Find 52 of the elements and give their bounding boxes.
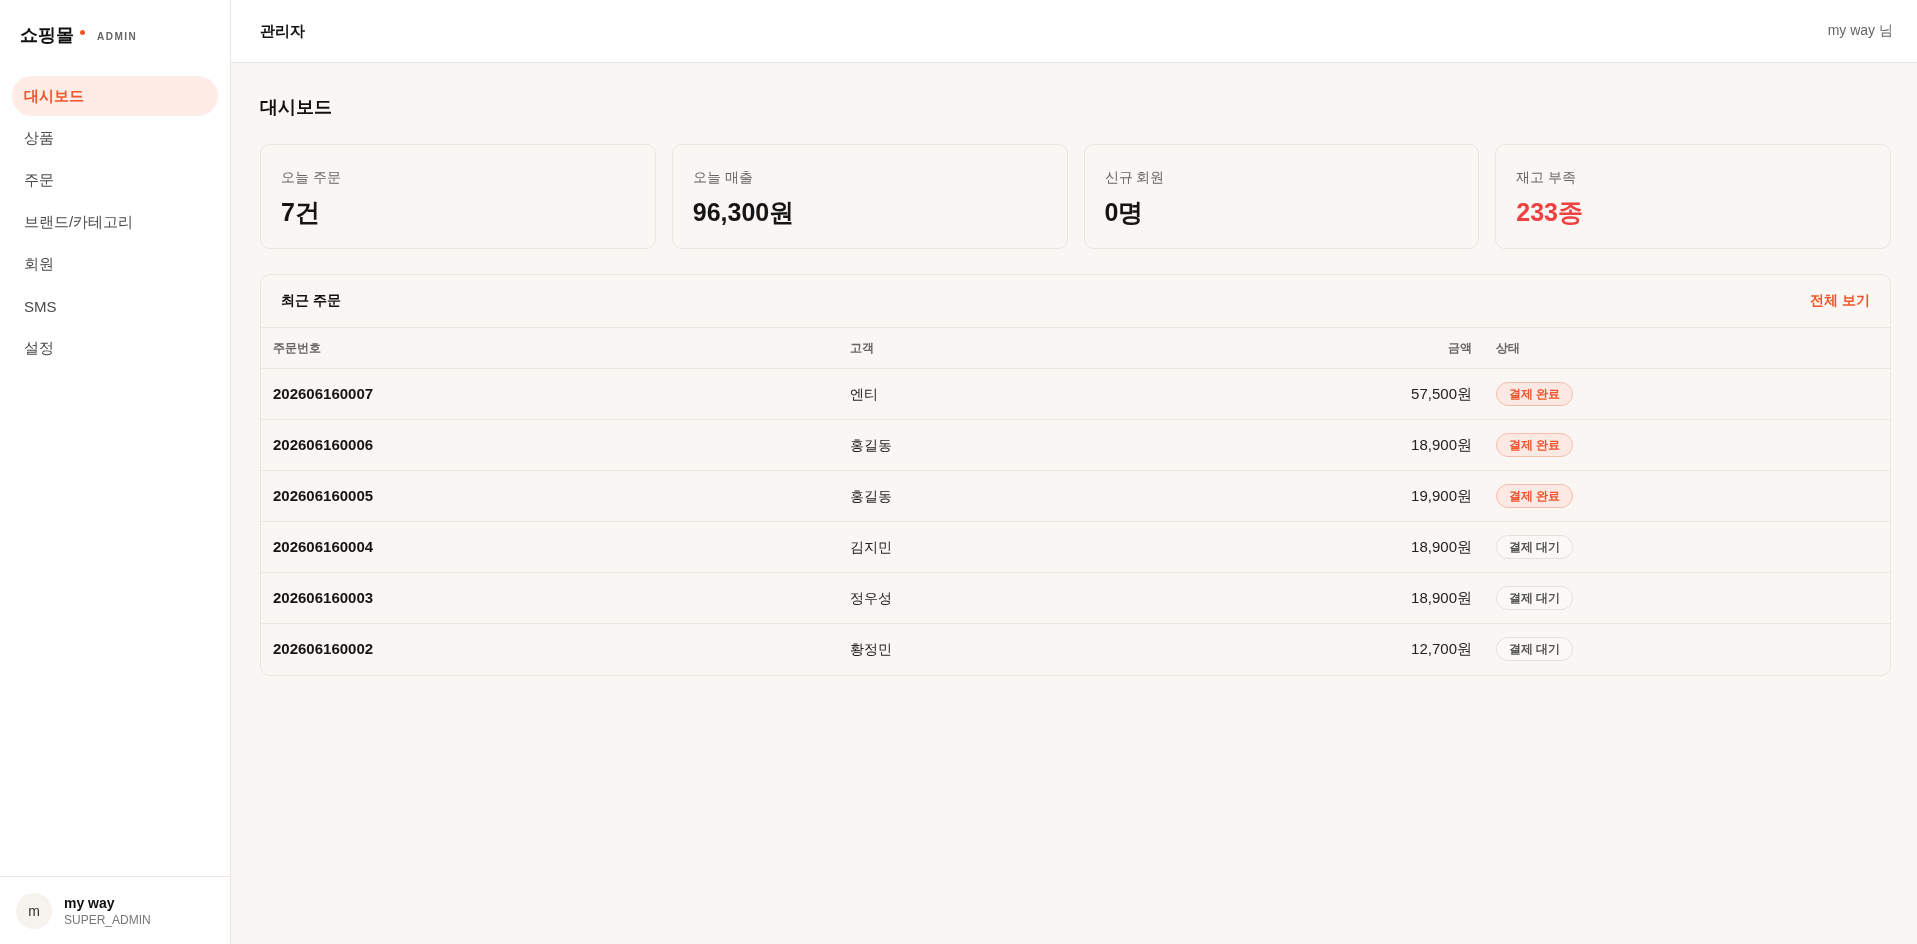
column-header: 금액 [1448,340,1472,355]
avatar: m [16,892,52,929]
amount: 18,900원 [1411,588,1472,606]
sidebar-item[interactable]: SMS [12,286,218,326]
stat-label: 재고 부족 [1516,168,1577,187]
stat-value: 233종 [1516,197,1583,227]
sidebar-item[interactable]: 주문 [12,160,218,200]
logo-text: 쇼핑몰 [20,24,74,47]
sidebar-item[interactable]: 회원 [12,244,218,284]
admin-label: ADMIN [97,31,138,42]
stat-value: 96,300원 [692,197,795,227]
stat-value: 7건 [281,197,320,227]
page-title: 대시보드 [260,96,333,119]
column-header: 상태 [1496,340,1520,355]
dot-icon [80,29,85,35]
customer-name: 홍길동 [850,487,892,504]
order-number: 202606160002 [273,640,374,658]
amount: 18,900원 [1411,435,1472,453]
order-number: 202606160007 [273,385,374,402]
order-number: 202606160005 [273,487,374,504]
user-role: SUPER_ADMIN [64,911,151,928]
customer-name: 황정민 [850,640,892,657]
sidebar-item[interactable]: 상품 [12,118,218,158]
amount: 19,900원 [1411,486,1472,504]
status-badge: 결제 완료 [1496,484,1574,508]
amount: 18,900원 [1411,537,1472,555]
stat-label: 오늘 주문 [281,168,341,187]
order-number: 202606160004 [273,538,374,555]
customer-name: 김지민 [850,538,892,555]
user-greeting: my way 님 [1827,22,1893,40]
stat-label: 신규 회원 [1104,168,1165,187]
user-name: my way [64,893,116,912]
column-header: 고객 [850,340,874,355]
customer-name: 엔티 [850,385,878,402]
order-number: 202606160006 [273,436,374,453]
sidebar-item[interactable]: 브랜드/카테고리 [12,202,218,242]
stat-value: 0명 [1104,197,1144,227]
sidebar-item[interactable]: 설정 [12,328,218,368]
header-title: 관리자 [260,21,305,41]
status-badge: 결제 완료 [1496,433,1574,457]
amount: 12,700원 [1411,639,1472,657]
status-badge: 결제 대기 [1496,535,1574,559]
status-badge: 결제 대기 [1496,637,1574,662]
amount: 57,500원 [1411,384,1472,402]
status-badge: 결제 완료 [1496,382,1574,406]
stat-label: 오늘 매출 [692,168,753,187]
order-number: 202606160003 [273,589,374,606]
customer-name: 정우성 [850,589,892,606]
customer-name: 홍길동 [850,436,892,453]
status-badge: 결제 대기 [1496,586,1574,610]
column-header: 주문번호 [273,340,321,355]
panel-title: 최근 주문 [281,292,341,310]
